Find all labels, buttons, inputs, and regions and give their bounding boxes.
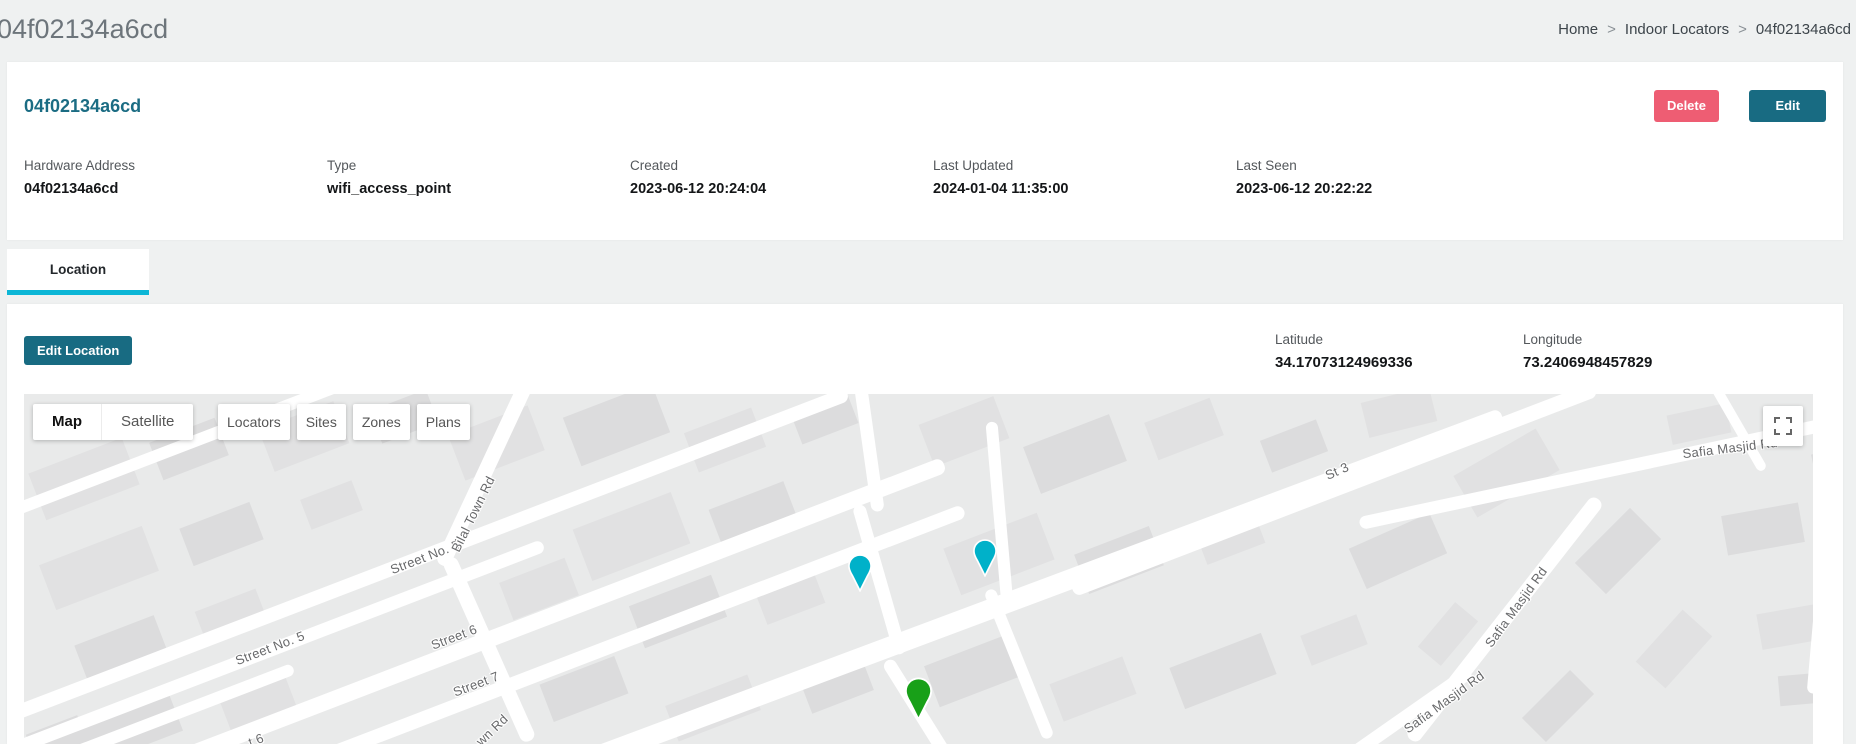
map-marker-site-pin[interactable] xyxy=(904,677,933,721)
tab-location[interactable]: Location xyxy=(7,249,149,295)
street-label: Street No. 5 xyxy=(233,628,306,668)
longitude-field: Longitude 73.2406948457829 xyxy=(1523,332,1652,371)
map-building xyxy=(1811,444,1813,488)
fullscreen-button[interactable] xyxy=(1763,406,1803,446)
map-type-map[interactable]: Map xyxy=(33,404,101,440)
map-building xyxy=(1169,633,1276,709)
location-card: Edit Location Latitude 34.17073124969336… xyxy=(7,304,1843,744)
device-field: Type wifi_access_point xyxy=(327,158,630,197)
map-type-satellite[interactable]: Satellite xyxy=(101,404,193,440)
longitude-label: Longitude xyxy=(1523,332,1652,347)
device-field-label: Last Seen xyxy=(1236,158,1539,173)
page: 04f02134a6cd Home > Indoor Locators >04f021… xyxy=(0,0,1856,744)
device-field: Hardware Address 04f02134a6cd xyxy=(24,158,327,197)
device-field-value: 2023-06-12 20:22:22 xyxy=(1236,181,1539,197)
breadcrumb-item: 04f02134a6cd xyxy=(1756,21,1851,38)
map-building xyxy=(39,526,159,610)
breadcrumb-separator-icon: > xyxy=(1607,21,1616,38)
map-building xyxy=(1361,394,1438,438)
map-building xyxy=(1721,503,1805,556)
device-field-label: Type xyxy=(327,158,630,173)
map-marker-locator-pin[interactable] xyxy=(847,554,873,592)
edit-button[interactable]: Edit xyxy=(1749,90,1826,122)
map-building xyxy=(1144,398,1224,460)
breadcrumb-item[interactable]: Indoor Locators xyxy=(1625,21,1729,38)
device-field-label: Hardware Address xyxy=(24,158,327,173)
map-layer-buttons: LocatorsSitesZonesPlans xyxy=(218,404,470,440)
device-field: Created 2023-06-12 20:24:04 xyxy=(630,158,933,197)
map-type-control: MapSatellite xyxy=(33,404,193,440)
layer-button-plans[interactable]: Plans xyxy=(417,404,470,440)
breadcrumb-separator-icon: > xyxy=(1738,21,1747,38)
device-field-label: Created xyxy=(630,158,933,173)
latitude-field: Latitude 34.17073124969336 xyxy=(1275,332,1413,371)
fullscreen-icon xyxy=(1774,417,1792,435)
device-field-value: 04f02134a6cd xyxy=(24,181,327,197)
breadcrumb-item[interactable]: Home xyxy=(1558,21,1598,38)
layer-button-locators[interactable]: Locators xyxy=(218,404,290,440)
map-road xyxy=(1807,434,1813,694)
layer-button-sites[interactable]: Sites xyxy=(297,404,346,440)
latitude-value: 34.17073124969336 xyxy=(1275,354,1413,371)
map-building xyxy=(1300,614,1367,665)
device-field-label: Last Updated xyxy=(933,158,1236,173)
device-field-value: 2023-06-12 20:24:04 xyxy=(630,181,933,197)
top-bar: 04f02134a6cd Home > Indoor Locators >04f021… xyxy=(0,0,1856,58)
longitude-value: 73.2406948457829 xyxy=(1523,354,1652,371)
edit-location-button[interactable]: Edit Location xyxy=(24,336,132,365)
device-fields-row: Hardware Address 04f02134a6cdType wifi_acc… xyxy=(24,158,1539,197)
device-card-header: 04f02134a6cd Delete Edit xyxy=(24,90,1826,122)
device-field: Last Updated 2024-01-04 11:35:00 xyxy=(933,158,1236,197)
street-label: wn Rd xyxy=(473,711,511,744)
map-canvas[interactable]: Street No. 5Bilal Town RdStreet No. 5Str… xyxy=(24,394,1813,744)
device-card-actions: Delete Edit xyxy=(1654,90,1826,122)
map-building xyxy=(1260,419,1328,472)
map-building xyxy=(563,394,670,466)
page-title: 04f02134a6cd xyxy=(0,14,168,45)
map-building xyxy=(1023,414,1127,494)
device-field: Last Seen 2023-06-12 20:22:22 xyxy=(1236,158,1539,197)
street-label: Safia Masjid Rd xyxy=(1482,564,1550,650)
map-building xyxy=(1636,610,1713,689)
map-building xyxy=(1049,656,1136,721)
latitude-label: Latitude xyxy=(1275,332,1413,347)
map-marker-locator-pin[interactable] xyxy=(972,539,998,577)
device-field-value: wifi_access_point xyxy=(327,181,630,197)
map-building xyxy=(179,502,263,566)
map-building xyxy=(1756,604,1813,650)
breadcrumb: Home > Indoor Locators >04f02134a6cd xyxy=(1558,21,1851,38)
device-field-value: 2024-01-04 11:35:00 xyxy=(933,181,1236,197)
layer-button-zones[interactable]: Zones xyxy=(353,404,410,440)
map-building xyxy=(300,480,363,530)
device-summary-card: 04f02134a6cd Delete Edit Hardware Addres… xyxy=(7,62,1843,240)
map-building xyxy=(1522,670,1594,742)
delete-button[interactable]: Delete xyxy=(1654,90,1719,122)
device-card-title: 04f02134a6cd xyxy=(24,96,141,117)
